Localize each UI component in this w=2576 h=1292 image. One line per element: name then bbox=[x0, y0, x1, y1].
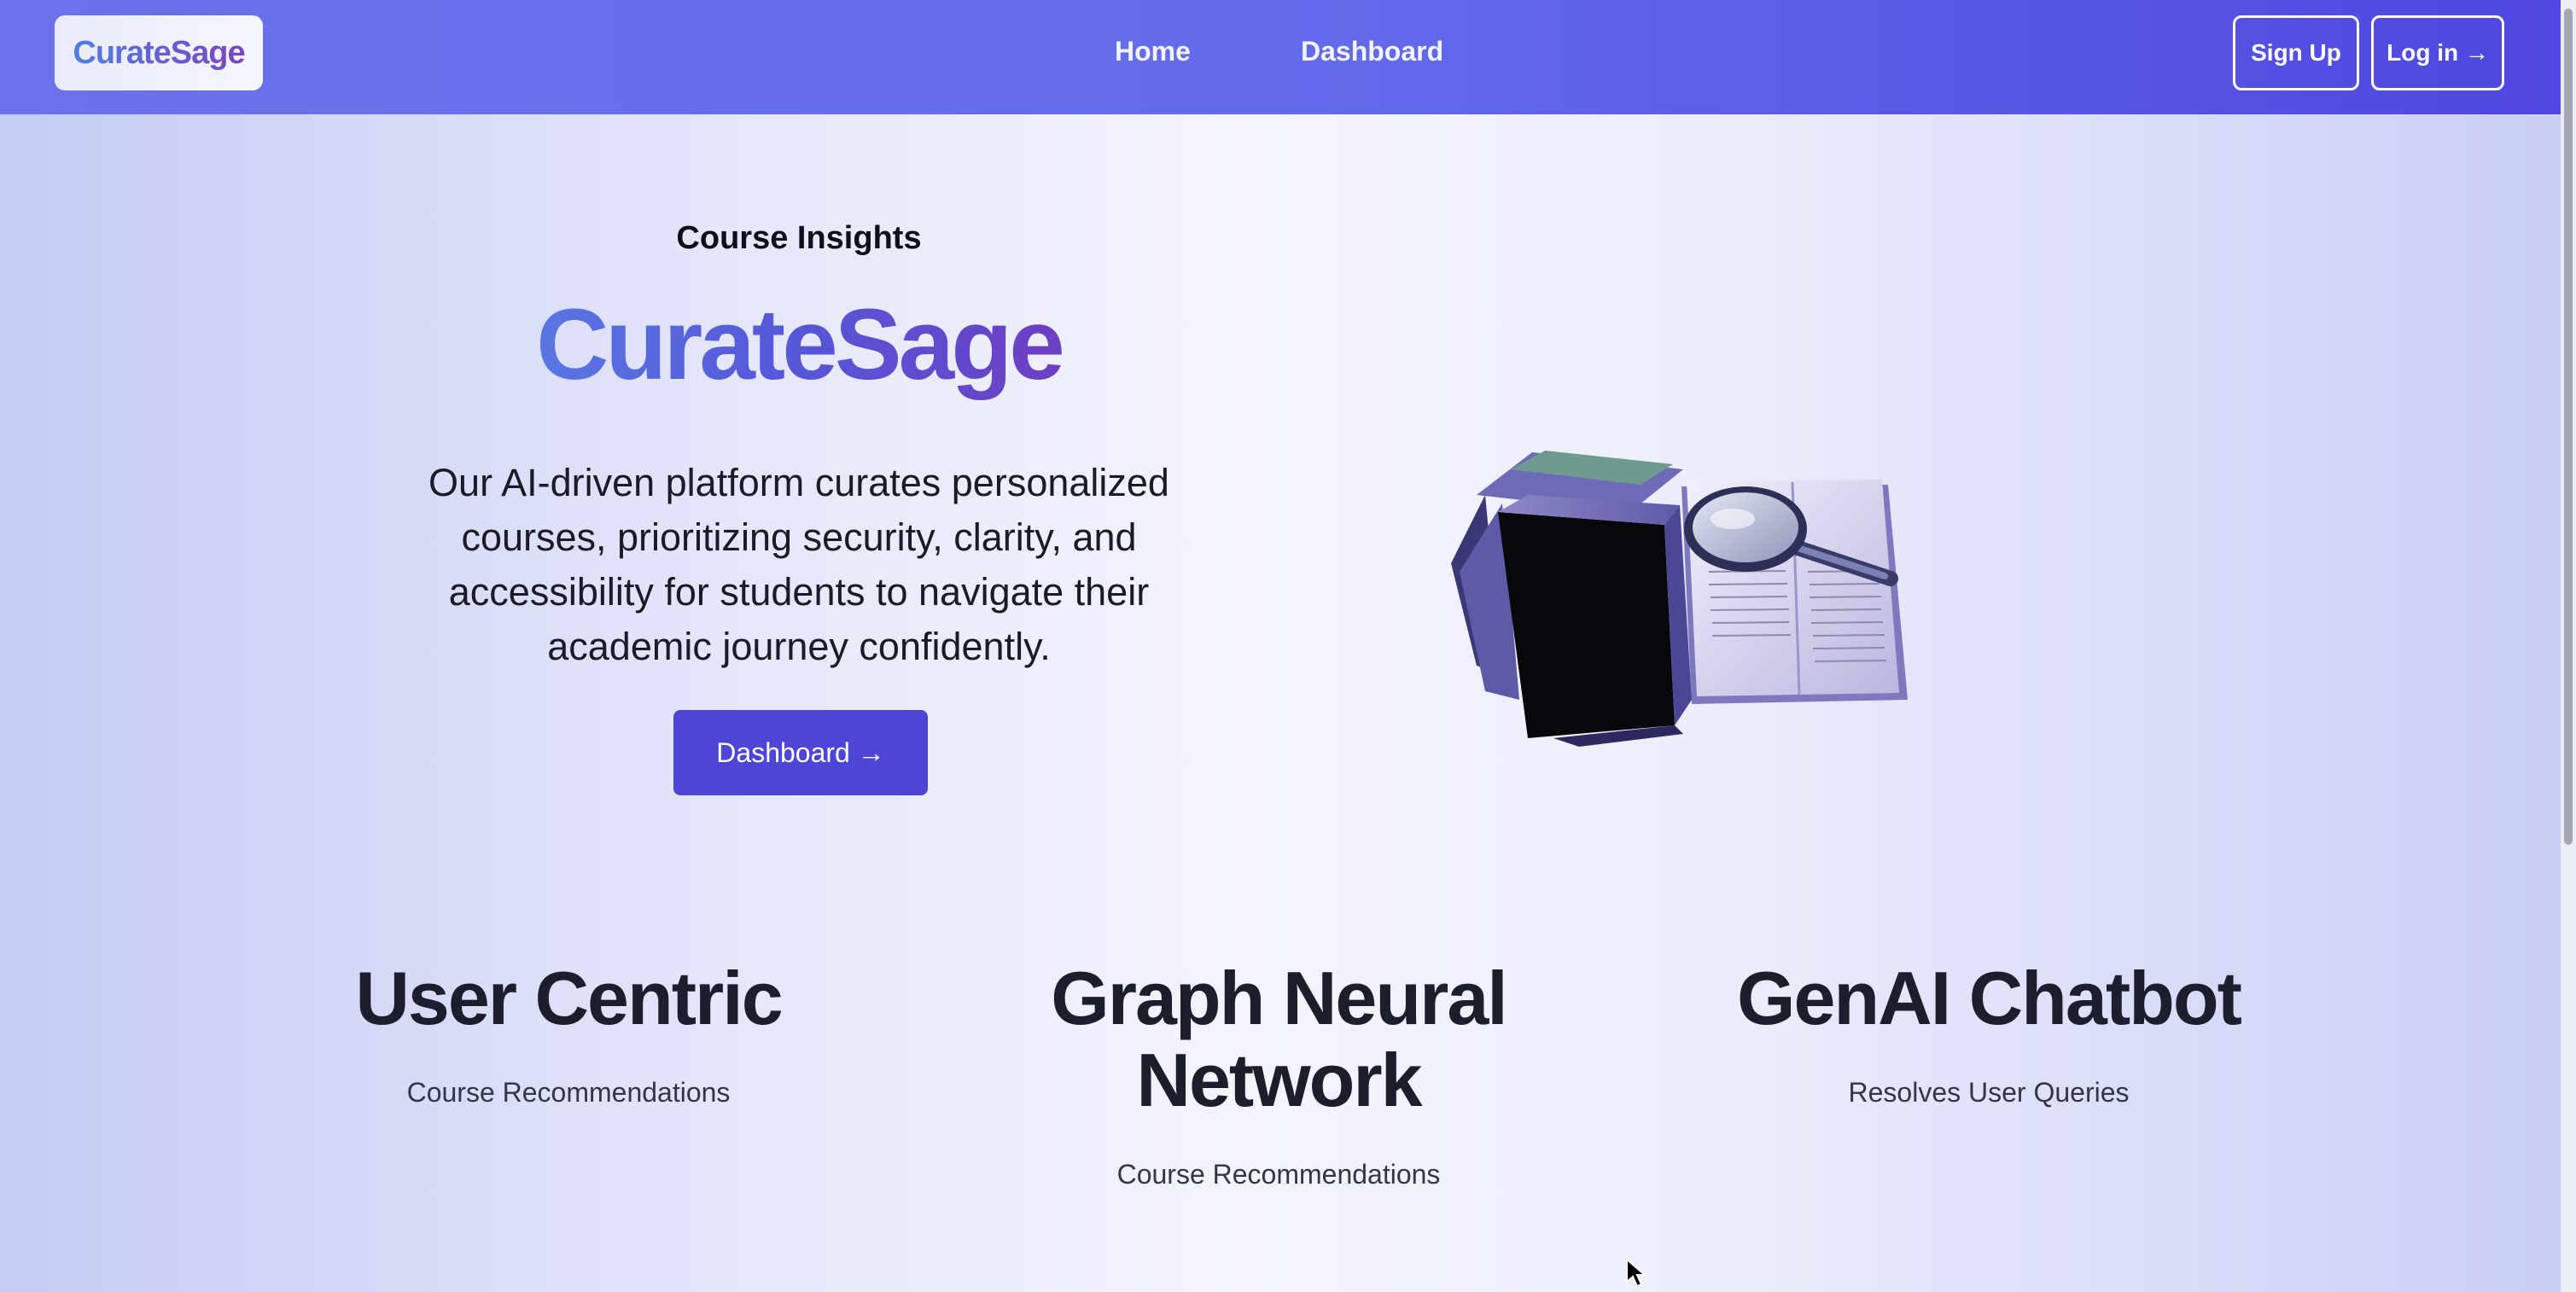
log-in-button[interactable]: Log in → bbox=[2371, 15, 2504, 90]
dashboard-cta-button[interactable]: Dashboard → bbox=[673, 710, 928, 795]
hero-eyebrow: Course Insights bbox=[676, 220, 922, 256]
feature-title-graph-neural-network: Graph Neural Network bbox=[1051, 956, 1507, 1122]
feature-subtitle-graph-neural-network: Course Recommendations bbox=[1116, 1159, 1441, 1190]
nav-link-home[interactable]: Home bbox=[1115, 36, 1191, 67]
logo-text: CurateSage bbox=[73, 34, 245, 71]
hero-description: Our AI-driven platform curates personali… bbox=[428, 461, 1169, 668]
scrollbar-thumb[interactable] bbox=[2564, 9, 2573, 845]
books-magnifier-icon bbox=[1451, 451, 1908, 747]
hero-title: CurateSage bbox=[372, 288, 1226, 401]
feature-subtitle-genai-chatbot: Resolves User Queries bbox=[1848, 1077, 2130, 1108]
mouse-cursor-icon bbox=[1626, 1258, 1647, 1288]
hero-title-text: CurateSage bbox=[536, 288, 1065, 401]
feature-title-genai-chatbot: GenAI Chatbot bbox=[1737, 956, 2242, 1040]
navbar: CurateSage Home Dashboard Sign Up Log in… bbox=[0, 0, 2561, 114]
nav-link-dashboard[interactable]: Dashboard bbox=[1301, 36, 1443, 67]
sign-up-button[interactable]: Sign Up bbox=[2233, 15, 2359, 90]
feature-subtitle-user-centric: Course Recommendations bbox=[406, 1077, 731, 1108]
logo-link[interactable]: CurateSage bbox=[55, 15, 263, 90]
feature-title-user-centric: User Centric bbox=[355, 956, 783, 1040]
